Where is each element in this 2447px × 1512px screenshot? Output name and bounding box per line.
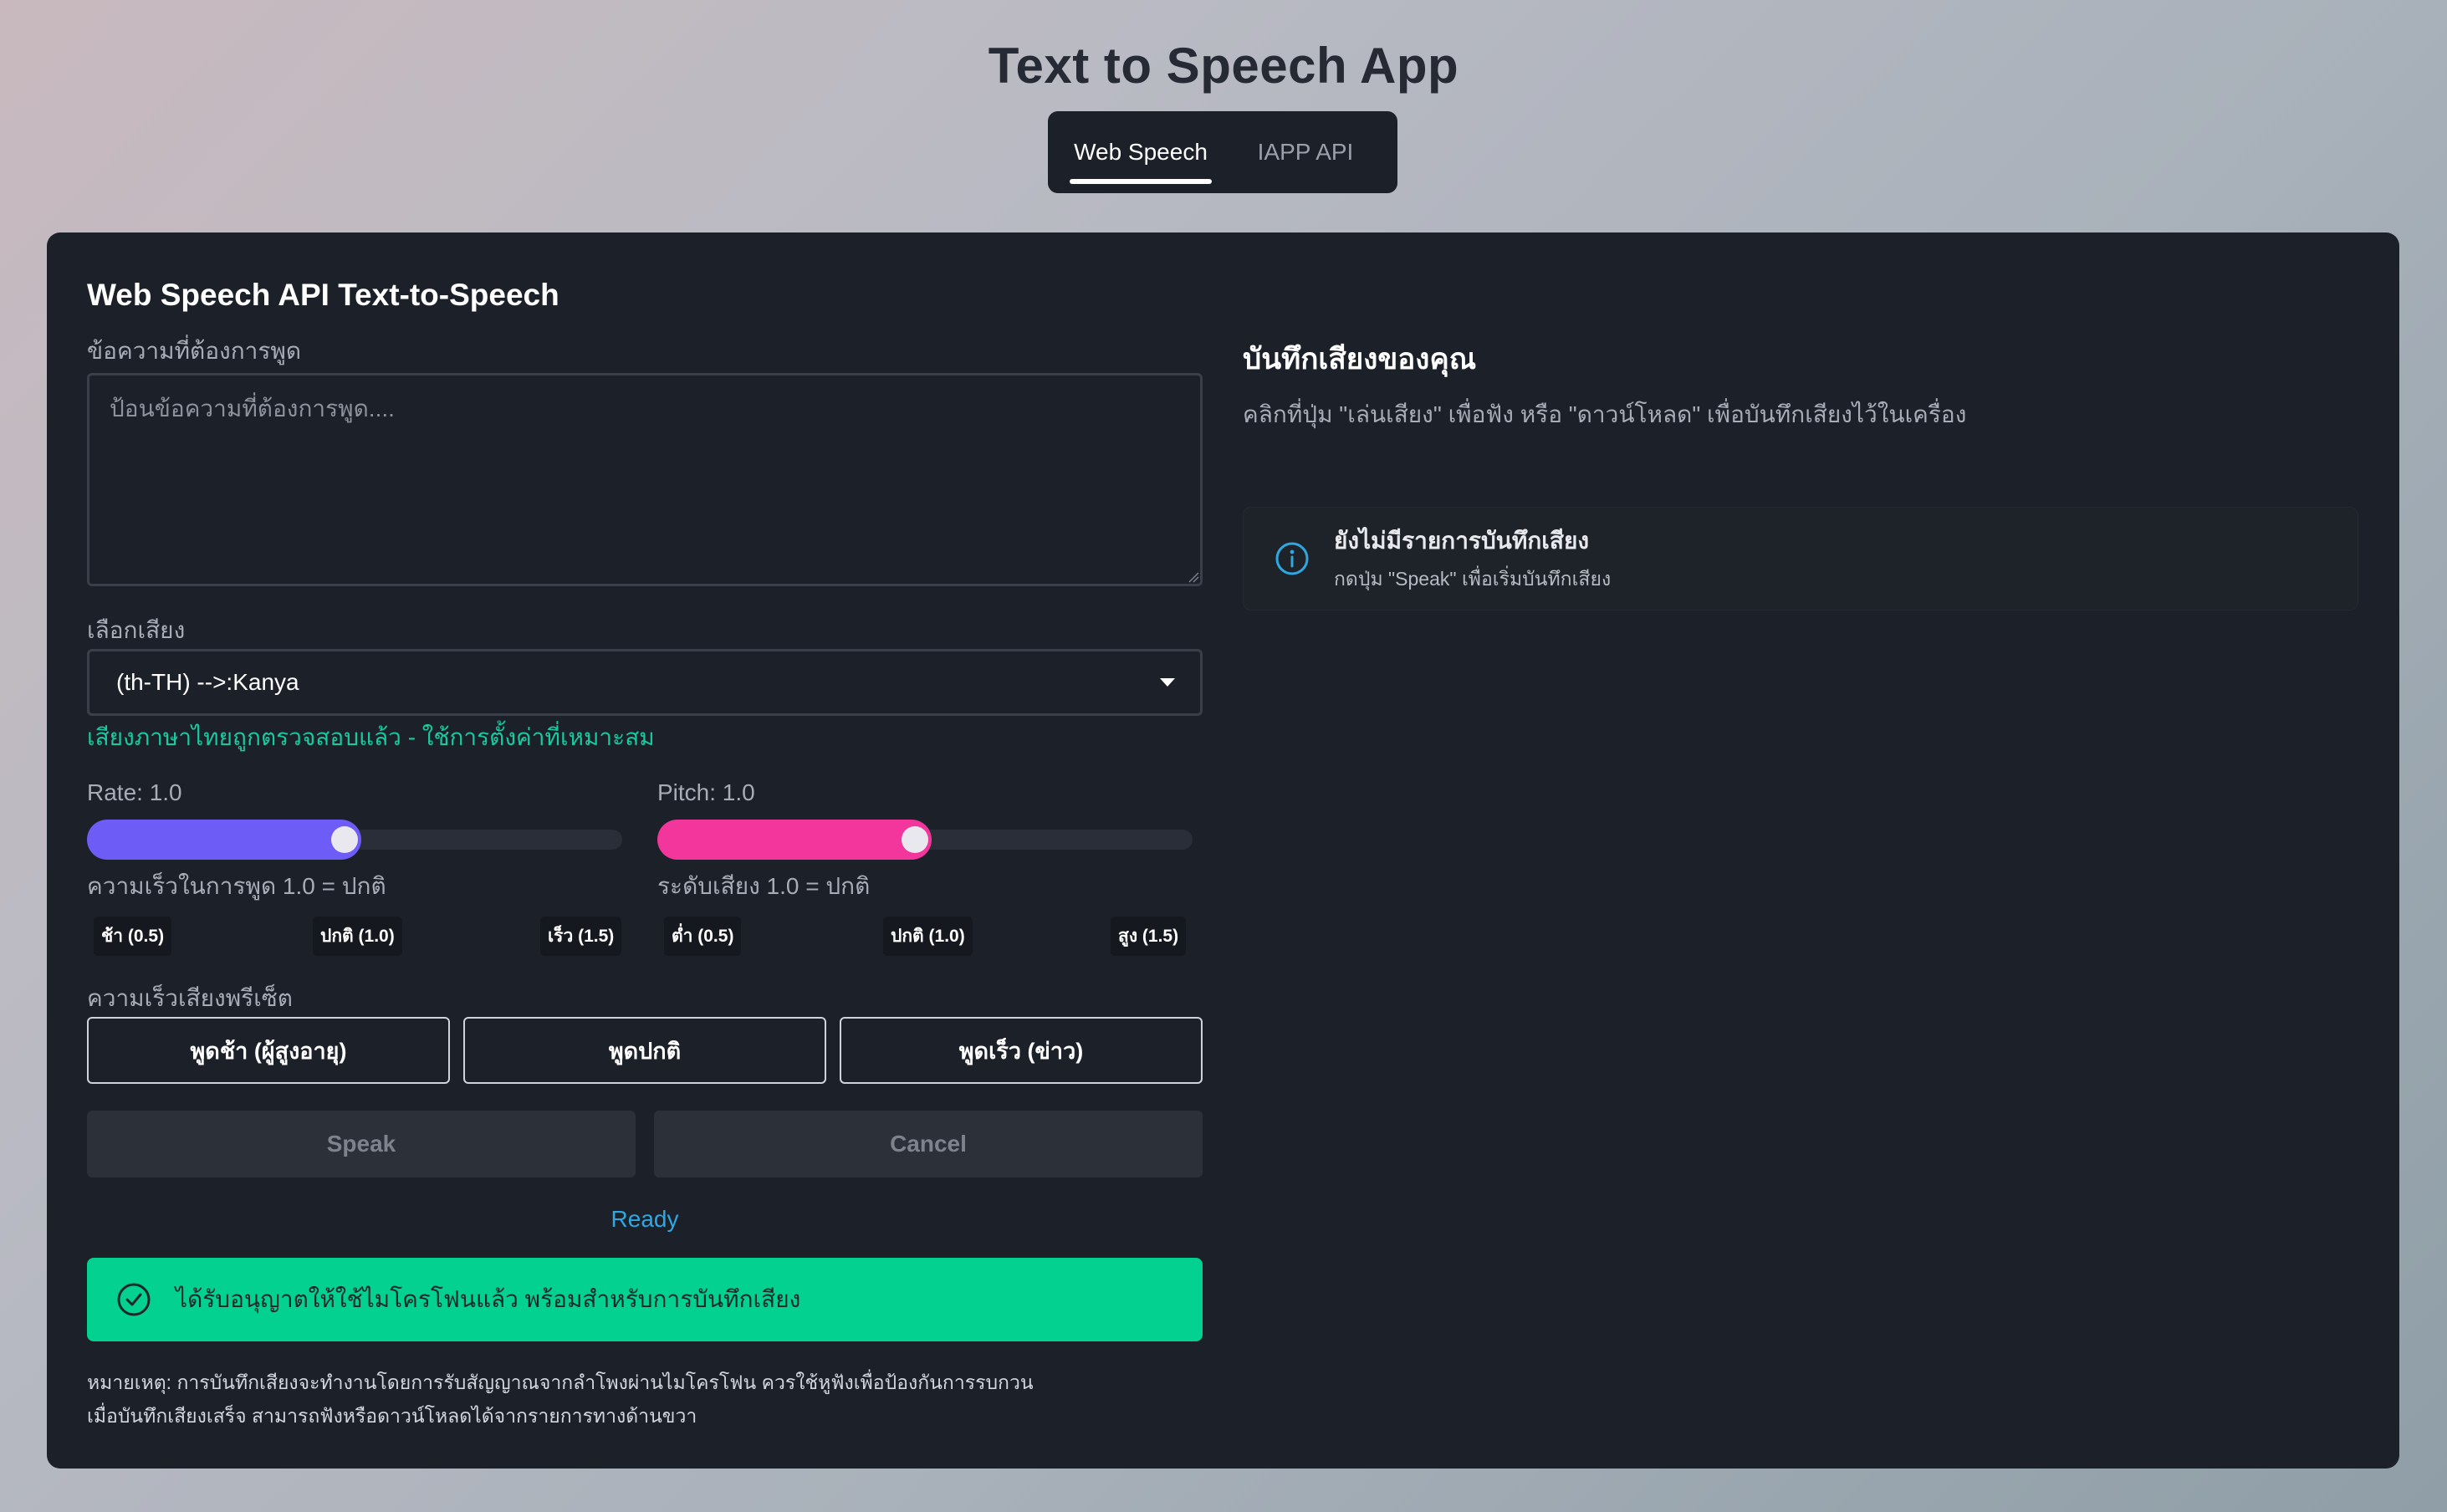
- pitch-tick-high: สูง (1.5): [1111, 917, 1187, 956]
- resize-grip-icon[interactable]: [1188, 571, 1199, 583]
- preset-slow-button[interactable]: พูดช้า (ผู้สูงอายุ): [87, 1017, 450, 1084]
- pitch-tick-normal: ปกติ (1.0): [883, 917, 973, 956]
- main-card: Web Speech API Text-to-Speech ข้อความที่…: [47, 232, 2399, 1469]
- preset-normal-button[interactable]: พูดปกติ: [463, 1017, 826, 1084]
- recordings-empty-state: ยังไม่มีรายการบันทึกเสียง กดปุ่ม "Speak"…: [1243, 507, 2358, 610]
- empty-state-subtitle: กดปุ่ม "Speak" เพื่อเริ่มบันทึกเสียง: [1334, 568, 1612, 590]
- tab-web-speech[interactable]: Web Speech: [1058, 111, 1224, 193]
- tab-bar: Web Speech IAPP API: [1048, 111, 1397, 193]
- text-input-label: ข้อความที่ต้องการพูด: [87, 338, 302, 364]
- recordings-title: บันทึกเสียงของคุณ: [1243, 343, 1477, 375]
- voice-status-message: เสียงภาษาไทยถูกตรวจสอบแล้ว - ใช้การตั้งค…: [87, 724, 655, 750]
- rate-slider[interactable]: [87, 820, 622, 860]
- form-title: Web Speech API Text-to-Speech: [87, 278, 559, 312]
- voice-select[interactable]: (th-TH) -->:Kanya: [87, 649, 1203, 716]
- mic-permission-text: ได้รับอนุญาตให้ใช้ไมโครโฟนแล้ว พร้อมสำหร…: [176, 1286, 801, 1312]
- pitch-slider[interactable]: [657, 820, 1193, 860]
- rate-tick-fast: เร็ว (1.5): [540, 917, 622, 956]
- check-circle-icon: [117, 1283, 151, 1316]
- rate-label: Rate: 1.0: [87, 779, 182, 805]
- pitch-hint: ระดับเสียง 1.0 = ปกติ: [657, 873, 871, 899]
- voice-select-label: เลือกเสียง: [87, 617, 186, 643]
- empty-state-title: ยังไม่มีรายการบันทึกเสียง: [1334, 528, 1590, 554]
- tab-iapp-api[interactable]: IAPP API: [1224, 111, 1387, 193]
- rate-hint: ความเร็วในการพูด 1.0 = ปกติ: [87, 873, 386, 899]
- rate-tick-slow: ช้า (0.5): [94, 917, 172, 956]
- status-text: Ready: [610, 1206, 679, 1232]
- pitch-label: Pitch: 1.0: [657, 779, 755, 805]
- preset-fast-button[interactable]: พูดเร็ว (ข่าว): [840, 1017, 1203, 1084]
- empty-state-text: ยังไม่มีรายการบันทึกเสียง กดปุ่ม "Speak"…: [1334, 523, 1611, 595]
- rate-tick-normal: ปกติ (1.0): [313, 917, 402, 956]
- speech-text-input[interactable]: [87, 373, 1203, 586]
- pitch-slider-fill: [657, 820, 932, 860]
- presets-label: ความเร็วเสียงพรีเซ็ต: [87, 985, 293, 1011]
- chevron-down-icon: [1160, 678, 1175, 687]
- info-circle-icon: [1275, 542, 1309, 575]
- pitch-slider-thumb[interactable]: [902, 826, 928, 853]
- rate-slider-thumb[interactable]: [331, 826, 358, 853]
- app-title: Text to Speech App: [988, 38, 1459, 94]
- cancel-button[interactable]: Cancel: [654, 1111, 1203, 1177]
- rate-slider-fill: [87, 820, 361, 860]
- mic-permission-alert: ได้รับอนุญาตให้ใช้ไมโครโฟนแล้ว พร้อมสำหร…: [87, 1258, 1203, 1341]
- speak-button[interactable]: Speak: [87, 1111, 636, 1177]
- recordings-description: คลิกที่ปุ่ม "เล่นเสียง" เพื่อฟัง หรือ "ด…: [1243, 401, 1967, 427]
- note-line-1: หมายเหตุ: การบันทึกเสียงจะทำงานโดยการรับ…: [87, 1372, 1034, 1393]
- pitch-tick-low: ต่ำ (0.5): [664, 917, 742, 956]
- note-line-2: เมื่อบันทึกเสียงเสร็จ สามารถฟังหรือดาวน์…: [87, 1405, 697, 1427]
- voice-selected-value: (th-TH) -->:Kanya: [116, 669, 299, 695]
